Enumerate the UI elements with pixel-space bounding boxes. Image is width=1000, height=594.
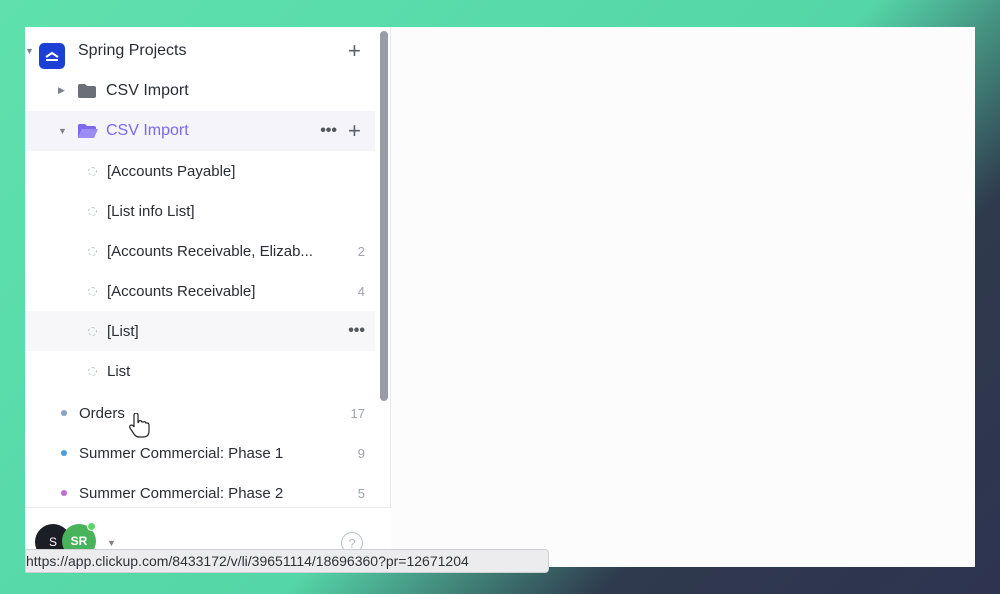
space-name: Spring Projects	[78, 42, 187, 59]
list-color-dot	[61, 410, 67, 416]
caret-down-icon[interactable]: ▼	[58, 126, 67, 136]
more-icon[interactable]: •••	[348, 322, 365, 340]
list-item[interactable]: [Accounts Payable]	[25, 151, 375, 191]
sidebar-scrollbar[interactable]	[380, 31, 388, 401]
folder-icon	[78, 84, 96, 98]
list-name: [List info List]	[107, 202, 195, 220]
list-name: Orders	[79, 404, 125, 422]
list-name: Summer Commercial: Phase 2	[79, 484, 284, 502]
list-count: 5	[357, 485, 365, 501]
list-color-dot	[61, 490, 67, 496]
list-name: Summer Commercial: Phase 1	[79, 444, 284, 462]
list-name: [Accounts Receivable]	[107, 282, 256, 300]
sidebar: ▼ Spring Projects + ▶ CSV Import ▼ CSV I…	[25, 27, 391, 567]
list-item[interactable]: Summer Commercial: Phase 1 9	[25, 433, 375, 473]
folder-row-active[interactable]: ▼ CSV Import ••• +	[25, 111, 375, 151]
list-item[interactable]: [Accounts Receivable] 4	[25, 271, 375, 311]
add-icon[interactable]: +	[348, 40, 361, 62]
online-status-icon	[87, 522, 96, 531]
folder-row[interactable]: ▶ CSV Import	[25, 71, 375, 111]
space-icon	[39, 43, 65, 69]
list-status-icon	[88, 287, 97, 296]
caret-right-icon[interactable]: ▶	[58, 85, 65, 96]
list-item-hover[interactable]: [List] •••	[25, 311, 375, 351]
add-icon[interactable]: +	[348, 120, 361, 142]
list-name: [Accounts Receivable, Elizab...	[107, 242, 313, 260]
list-color-dot	[61, 450, 67, 456]
list-status-icon	[88, 207, 97, 216]
caret-down-icon[interactable]: ▼	[107, 538, 116, 548]
list-status-icon	[88, 167, 97, 176]
list-item[interactable]: Orders 17	[25, 393, 375, 433]
status-url: https://app.clickup.com/8433172/v/li/396…	[25, 549, 549, 573]
list-item[interactable]: [List info List]	[25, 191, 375, 231]
list-name: [Accounts Payable]	[107, 162, 236, 180]
list-count: 17	[350, 405, 365, 421]
caret-down-icon[interactable]: ▼	[25, 46, 34, 56]
list-status-icon	[88, 327, 97, 336]
list-item[interactable]: [Accounts Receivable, Elizab... 2	[25, 231, 375, 271]
list-status-icon	[88, 367, 97, 376]
list-count: 4	[357, 283, 365, 299]
list-item[interactable]: List	[25, 351, 375, 391]
more-icon[interactable]: •••	[320, 122, 337, 140]
hand-cursor-icon	[129, 413, 150, 438]
list-status-icon	[88, 247, 97, 256]
list-count: 2	[357, 243, 365, 259]
list-count: 9	[357, 445, 365, 461]
folder-name: CSV Import	[106, 122, 189, 139]
list-name: [List]	[107, 322, 139, 340]
folder-name: CSV Import	[106, 82, 189, 99]
list-name: List	[107, 362, 131, 380]
folder-open-icon	[78, 124, 98, 138]
space-row[interactable]: ▼ Spring Projects +	[25, 31, 375, 71]
app-window: ▼ Spring Projects + ▶ CSV Import ▼ CSV I…	[25, 27, 975, 567]
main-content	[391, 27, 975, 567]
